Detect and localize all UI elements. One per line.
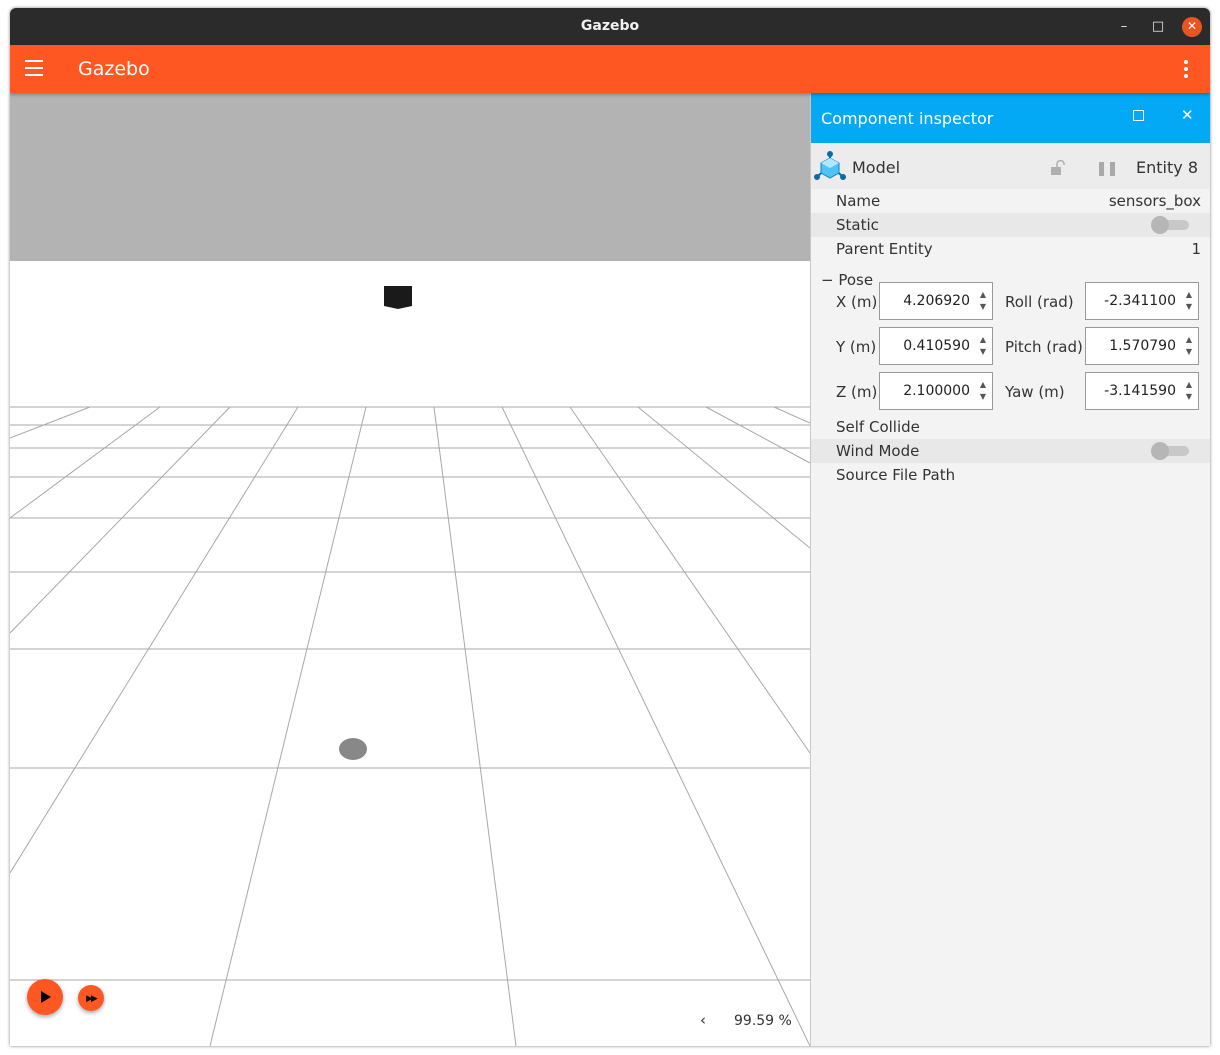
panel-close-icon[interactable]: ✕ [1181,106,1194,124]
name-label: Name [836,192,881,210]
z-position-input[interactable]: 2.100000 ▲ ▼ [879,372,993,410]
entity-type-label: Model [852,158,901,177]
collapse-icon[interactable]: − [821,271,834,289]
z-spinner-icon[interactable]: ▲ ▼ [980,379,986,403]
model-cube-icon [814,151,846,180]
inspector-header: Component inspector ✕ [811,93,1210,143]
x-value: 4.206920 [903,293,970,309]
component-inspector-panel: Component inspector ✕ Model Entity 8 Nam… [810,93,1210,1046]
wind-mode-toggle[interactable] [1151,442,1189,460]
window-title: Gazebo [580,18,640,34]
roll-value: -2.341100 [1104,293,1176,309]
pose-label: Pose [838,271,874,289]
step-button[interactable]: ▶▶ [78,985,104,1011]
x-spinner-icon[interactable]: ▲ ▼ [980,289,986,313]
y-position-input[interactable]: 0.410590 ▲ ▼ [879,327,993,365]
y-value: 0.410590 [903,338,970,354]
name-value: sensors_box [1108,192,1201,210]
scene-canvas[interactable] [10,93,810,1046]
z-label: Z (m) [836,383,878,401]
wind-mode-row: Wind Mode [811,439,1210,463]
real-time-factor: 99.59 % [734,1013,792,1029]
app-title: Gazebo [78,58,150,80]
sensors-box-model[interactable] [384,286,412,309]
yaw-value: -3.141590 [1104,383,1176,399]
entity-id: Entity 8 [1136,158,1198,177]
inspector-title: Component inspector [821,109,994,128]
static-toggle[interactable] [1151,216,1189,234]
3d-scene-view[interactable]: ▶▶ ‹ 99.59 % [10,93,810,1046]
yaw-input[interactable]: -3.141590 ▲ ▼ [1085,372,1199,410]
yaw-label: Yaw (m) [1005,383,1065,401]
entity-header-row: Model Entity 8 [811,143,1210,189]
yaw-spinner-icon[interactable]: ▲ ▼ [1186,379,1192,403]
more-options-icon[interactable] [1184,60,1188,81]
unlock-icon[interactable] [1051,160,1067,176]
pitch-value: 1.570790 [1109,338,1176,354]
parent-entity-row: Parent Entity 1 [811,237,1210,261]
app-toolbar: Gazebo [10,45,1210,93]
roll-spinner-icon[interactable]: ▲ ▼ [1186,289,1192,313]
x-label: X (m) [836,293,878,311]
box-shadow [339,738,367,760]
panel-maximize-icon[interactable] [1133,110,1144,121]
sky-background [10,93,810,261]
self-collide-row: Self Collide [811,415,1210,439]
ground-plane [10,261,810,1046]
static-label: Static [836,216,879,234]
pause-updates-icon[interactable] [1099,161,1121,180]
z-value: 2.100000 [903,383,970,399]
x-position-input[interactable]: 4.206920 ▲ ▼ [879,282,993,320]
play-button[interactable] [27,979,63,1015]
source-file-path-row: Source File Path [811,463,1210,487]
collapse-stats-icon[interactable]: ‹ [700,1011,706,1029]
static-row: Static [811,213,1210,237]
close-icon[interactable]: ✕ [1182,17,1202,37]
wind-mode-label: Wind Mode [836,442,920,460]
pitch-spinner-icon[interactable]: ▲ ▼ [1186,334,1192,358]
source-file-path-label: Source File Path [836,466,956,484]
hamburger-menu-icon[interactable] [25,60,43,76]
pose-section-header[interactable]: − Pose [821,271,873,289]
minimize-icon[interactable]: – [1114,17,1134,37]
self-collide-label: Self Collide [836,418,920,436]
parent-entity-value: 1 [1191,240,1201,258]
window-titlebar[interactable]: Gazebo – □ ✕ [10,8,1210,45]
roll-input[interactable]: -2.341100 ▲ ▼ [1085,282,1199,320]
y-spinner-icon[interactable]: ▲ ▼ [980,334,986,358]
gazebo-window: Gazebo – □ ✕ Gazebo ▶▶ ‹ 99.59 % Compone… [10,8,1210,1046]
roll-label: Roll (rad) [1005,293,1074,311]
y-label: Y (m) [836,338,877,356]
maximize-icon[interactable]: □ [1148,17,1168,37]
name-row: Name sensors_box [811,189,1210,213]
pitch-input[interactable]: 1.570790 ▲ ▼ [1085,327,1199,365]
pitch-label: Pitch (rad) [1005,338,1083,356]
parent-entity-label: Parent Entity [836,240,933,258]
